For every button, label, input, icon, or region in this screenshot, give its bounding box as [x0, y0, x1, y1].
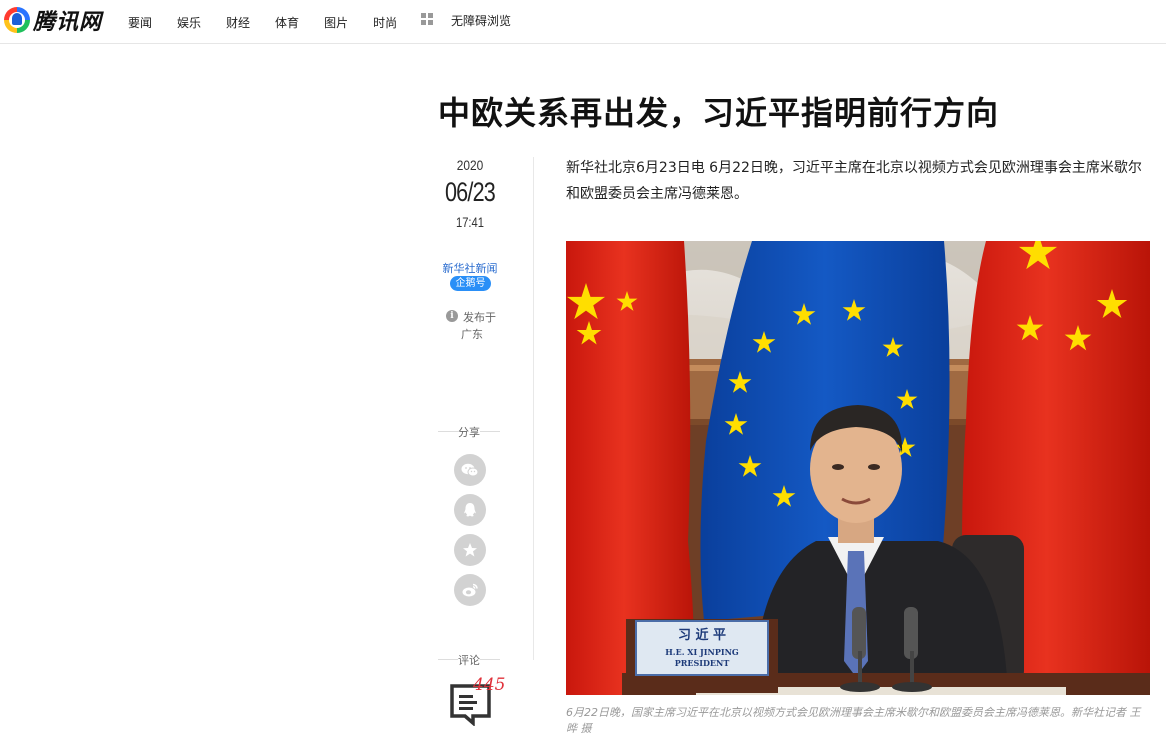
publish-label: 发布于: [463, 311, 496, 324]
nameplate-cn: 习 近 平: [678, 627, 726, 643]
source-name-link[interactable]: 新华社新闻: [436, 260, 504, 276]
nav-item-sports[interactable]: 体育: [275, 14, 299, 31]
nameplate-en-name: H.E. XI JINPING: [665, 647, 739, 657]
nav-item-finance[interactable]: 财经: [226, 14, 250, 31]
date-year: 2020: [456, 157, 484, 173]
source-badge[interactable]: 企鹅号: [450, 276, 491, 291]
article-date: 2020 06/23 17:41: [436, 155, 504, 230]
top-nav-bar: 腾讯网 要闻 娱乐 财经 体育 图片 时尚 无障碍浏览: [0, 0, 1166, 44]
date-time: 17:41: [455, 214, 485, 230]
share-qq-button[interactable]: [454, 494, 486, 526]
logo-text: 腾讯网: [33, 10, 103, 35]
comment-label: 评论: [436, 652, 502, 668]
date-month-day: 06/23: [444, 177, 496, 207]
share-wechat-button[interactable]: [454, 454, 486, 486]
accessibility-link[interactable]: 无障碍浏览: [451, 12, 511, 29]
article-photo: 习 近 平 H.E. XI JINPING PRESIDENT: [566, 241, 1150, 695]
publish-region: 广东: [461, 328, 483, 341]
nav-item-photos[interactable]: 图片: [324, 14, 348, 31]
info-icon: i: [446, 310, 458, 322]
comment-count[interactable]: 445: [473, 675, 505, 695]
main-nav: 要闻 娱乐 财经 体育 图片 时尚: [128, 0, 422, 44]
logo-icon: [4, 7, 30, 33]
article-title: 中欧关系再出发，习近平指明前行方向: [438, 94, 1000, 132]
grid-menu-icon[interactable]: [421, 13, 433, 25]
meeting-photo-illustration: 习 近 平 H.E. XI JINPING PRESIDENT: [566, 241, 1150, 695]
photo-caption: 6月22日晚，国家主席习近平在北京以视频方式会见欧洲理事会主席米歇尔和欧盟委员会…: [566, 706, 1141, 735]
wechat-icon: [461, 463, 479, 477]
nav-item-entertainment[interactable]: 娱乐: [177, 14, 201, 31]
nav-item-news[interactable]: 要闻: [128, 14, 152, 31]
weibo-icon: [462, 583, 478, 597]
column-divider: [533, 157, 534, 660]
site-logo[interactable]: 腾讯网: [4, 6, 103, 35]
share-weibo-button[interactable]: [454, 574, 486, 606]
qzone-icon: [463, 543, 477, 557]
share-label: 分享: [436, 424, 502, 440]
article-lead-paragraph: 新华社北京6月23日电 6月22日晚，习近平主席在北京以视频方式会见欧洲理事会主…: [566, 160, 1142, 202]
qq-icon: [464, 503, 476, 517]
share-qzone-button[interactable]: [454, 534, 486, 566]
nameplate-en-title: PRESIDENT: [675, 658, 730, 668]
nav-item-fashion[interactable]: 时尚: [373, 14, 397, 31]
